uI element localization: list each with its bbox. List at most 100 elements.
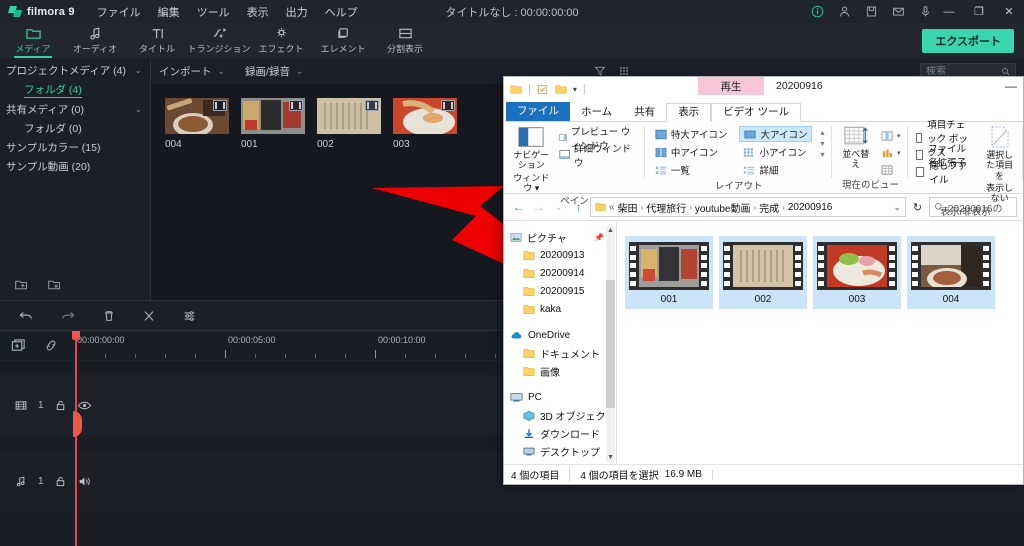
breadcrumb-separator[interactable]: ›: [782, 203, 785, 212]
chevron-down-icon-shared[interactable]: ⌄: [134, 104, 142, 115]
menu-item-export[interactable]: 出力: [286, 4, 308, 20]
info-icon[interactable]: [811, 5, 824, 18]
nav-item-pc[interactable]: PC: [510, 388, 616, 406]
mail-icon[interactable]: [892, 5, 905, 18]
ribbon-tab-file[interactable]: ファイル: [506, 102, 570, 122]
new-folder-icon[interactable]: [555, 84, 567, 95]
nav-item-3d-objects[interactable]: 3D オブジェクト: [510, 406, 616, 424]
maximize-button[interactable]: ❐: [964, 0, 994, 23]
media-item[interactable]: 002: [317, 98, 381, 150]
sidebar-item-shared-folder[interactable]: フォルダ (0): [0, 119, 150, 138]
import-button[interactable]: インポート ⌄: [159, 64, 225, 79]
save-icon[interactable]: [865, 5, 878, 18]
breadcrumb-separator[interactable]: ›: [689, 203, 692, 212]
checkbox-box[interactable]: [916, 167, 924, 177]
split-icon[interactable]: [142, 309, 156, 323]
menu-item-view[interactable]: 表示: [247, 4, 269, 20]
breadcrumb-item[interactable]: youtube動画: [695, 200, 751, 215]
resize-cells-button[interactable]: [881, 162, 901, 177]
chevron-down-icon[interactable]: ⌄: [134, 65, 142, 76]
view-option-details[interactable]: 詳細: [739, 162, 812, 178]
sidebar-item-project-folder[interactable]: フォルダ (4): [0, 80, 150, 100]
redo-icon[interactable]: [60, 309, 76, 323]
timeline-playhead[interactable]: [75, 331, 77, 546]
close-button[interactable]: ✕: [994, 0, 1024, 23]
chevron-down-icon-import[interactable]: ⌄: [218, 66, 226, 77]
delete-icon[interactable]: [102, 309, 116, 323]
undo-icon[interactable]: [18, 309, 34, 323]
new-folder-icon[interactable]: [14, 278, 29, 292]
chevron-down-icon-record[interactable]: ⌄: [296, 66, 304, 77]
tab-media[interactable]: メディア: [2, 23, 64, 58]
sidebar-item-shared-media[interactable]: 共有メディア (0) ⌄: [0, 100, 150, 119]
export-button[interactable]: エクスポート: [922, 29, 1014, 53]
media-item[interactable]: 004: [165, 98, 229, 150]
menu-item-help[interactable]: ヘルプ: [325, 4, 358, 20]
media-item[interactable]: 003: [393, 98, 457, 150]
scroll-down-icon[interactable]: ▼: [606, 453, 615, 462]
details-pane-button[interactable]: 詳細ウィンドウ: [559, 147, 637, 162]
tab-effect[interactable]: エフェクト: [250, 23, 312, 58]
file-item[interactable]: 001: [625, 236, 713, 309]
checkbox-box[interactable]: [916, 133, 922, 143]
nav-item-desktop[interactable]: デスクトップ: [510, 442, 616, 460]
menu-item-edit[interactable]: 編集: [158, 4, 180, 20]
size-columns-button[interactable]: ▾: [881, 145, 901, 160]
scroll-up-icon[interactable]: ▲: [606, 226, 615, 235]
view-option-large[interactable]: 大アイコン: [739, 126, 812, 142]
settings-icon[interactable]: [182, 309, 197, 323]
ribbon-tab-share[interactable]: 共有: [623, 104, 666, 122]
layout-expand-icon[interactable]: ▾: [820, 150, 824, 159]
view-option-small[interactable]: 小アイコン: [739, 144, 812, 160]
checkbox-properties-icon[interactable]: [537, 84, 549, 95]
ribbon-tab-video-tools[interactable]: ビデオ ツール: [711, 103, 801, 123]
nav-scrollbar-thumb[interactable]: [606, 280, 615, 408]
breadcrumb-item[interactable]: 完成: [759, 200, 779, 215]
account-icon[interactable]: [838, 5, 851, 18]
tab-element[interactable]: エレメント: [312, 23, 374, 58]
nav-item-onedrive-documents[interactable]: ドキュメント: [510, 344, 616, 362]
breadcrumb-item[interactable]: 20200916: [788, 202, 833, 213]
checkbox-box[interactable]: [916, 150, 923, 160]
view-option-medium[interactable]: 中アイコン: [651, 144, 732, 160]
add-columns-button[interactable]: ▾: [881, 128, 901, 143]
breadcrumb-separator[interactable]: ›: [754, 203, 757, 212]
file-item[interactable]: 004: [907, 236, 995, 309]
add-media-icon[interactable]: [10, 338, 27, 353]
nav-item-onedrive-pictures[interactable]: 画像: [510, 362, 616, 380]
size-columns-dropdown-icon[interactable]: ▾: [897, 149, 901, 157]
tab-split-view[interactable]: 分割表示: [374, 23, 436, 58]
ribbon-tab-home[interactable]: ホーム: [570, 104, 623, 122]
folder-icon[interactable]: [510, 84, 522, 95]
navigation-pane-button[interactable]: ナビゲーション ウィンドウ ▾: [512, 126, 551, 193]
add-columns-dropdown-icon[interactable]: ▾: [897, 132, 901, 140]
nav-item-20200914[interactable]: 20200914: [510, 264, 616, 282]
nav-item-20200913[interactable]: 20200913: [510, 246, 616, 264]
lock-icon[interactable]: [54, 475, 67, 488]
record-button[interactable]: 録画/録音 ⌄: [245, 64, 303, 79]
sidebar-item-sample-color[interactable]: サンプルカラー (15): [0, 138, 150, 157]
ribbon-tab-view[interactable]: 表示: [666, 103, 711, 123]
view-option-list[interactable]: 一覧: [651, 162, 732, 178]
hide-selected-items-button[interactable]: 選択した項目を 表示しない: [984, 126, 1015, 204]
media-item[interactable]: 001: [241, 98, 305, 150]
checkbox-item-hidden-files[interactable]: 隠しファイル: [916, 164, 972, 179]
sort-by-button[interactable]: 並べ替え: [838, 126, 872, 170]
tab-title[interactable]: タイトル: [126, 23, 188, 58]
breadcrumb-dropdown-icon[interactable]: ⌄: [893, 202, 901, 213]
tab-transition[interactable]: トランジション: [188, 23, 250, 58]
eye-icon[interactable]: [77, 399, 92, 412]
minimize-button[interactable]: —: [934, 0, 964, 23]
nav-item-pictures[interactable]: ピクチャ 📌: [510, 228, 616, 246]
menu-item-file[interactable]: ファイル: [97, 4, 141, 20]
layout-scroll-down-icon[interactable]: ▾: [820, 139, 824, 148]
delete-folder-icon[interactable]: [47, 278, 62, 292]
sidebar-item-project-media[interactable]: プロジェクトメディア (4) ⌄: [0, 61, 150, 80]
search-icon[interactable]: [1001, 66, 1010, 77]
menu-item-tools[interactable]: ツール: [197, 4, 230, 20]
nav-item-20200915[interactable]: 20200915: [510, 282, 616, 300]
sidebar-item-sample-video[interactable]: サンプル動画 (20): [0, 157, 150, 176]
explorer-minimize-button[interactable]: —: [1005, 79, 1017, 93]
file-item[interactable]: 002: [719, 236, 807, 309]
link-icon[interactable]: [43, 338, 59, 353]
